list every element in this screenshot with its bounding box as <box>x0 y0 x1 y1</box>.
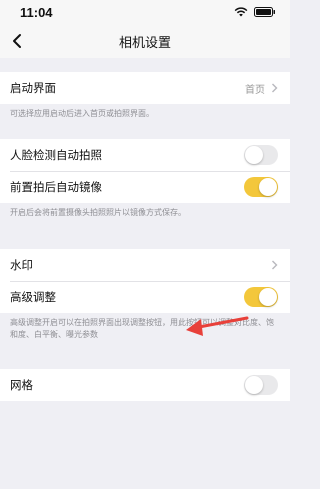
watermark-label: 水印 <box>10 260 33 272</box>
page-title: 相机设置 <box>118 34 171 50</box>
advanced-row: 高级调整 <box>0 281 290 313</box>
launch-screen-row[interactable]: 启动界面 首页 <box>0 72 290 104</box>
launch-hint: 可选择应用启动后进入首页或拍照界面。 <box>10 109 154 118</box>
grid-group: 网格 <box>0 369 290 401</box>
face-detect-label: 人脸检测自动拍照 <box>10 150 102 162</box>
status-bar: 11:04 <box>0 0 290 24</box>
advanced-toggle[interactable] <box>244 287 278 307</box>
mirror-toggle[interactable] <box>244 177 278 197</box>
grid-label: 网格 <box>10 380 33 392</box>
toggle-knob <box>245 146 263 164</box>
chevron-right-icon <box>272 83 278 93</box>
mirror-hint: 开启后会将前置摄像头拍照照片以镜像方式保存。 <box>10 208 186 217</box>
launch-screen-right: 首页 <box>245 81 278 96</box>
status-icons <box>234 7 276 17</box>
launch-screen-label: 启动界面 <box>10 83 56 95</box>
grid-row: 网格 <box>0 369 290 401</box>
wifi-icon <box>234 7 248 17</box>
toggle-knob <box>245 376 263 394</box>
mirror-label: 前置拍后自动镜像 <box>10 182 102 194</box>
advanced-group: 水印 高级调整 <box>0 249 290 313</box>
camera-group: 人脸检测自动拍照 前置拍后自动镜像 <box>0 139 290 203</box>
advanced-label: 高级调整 <box>10 292 56 304</box>
red-arrow-annotation <box>186 316 249 336</box>
face-detect-row: 人脸检测自动拍照 <box>0 139 290 171</box>
launch-screen-value: 首页 <box>245 84 265 96</box>
nav-bar: 相机设置 <box>0 24 290 58</box>
grid-toggle[interactable] <box>244 375 278 395</box>
face-detect-toggle[interactable] <box>244 145 278 165</box>
status-time: 11:04 <box>20 4 53 20</box>
toggle-knob <box>259 178 277 196</box>
launch-group: 启动界面 首页 <box>0 72 290 104</box>
mirror-row: 前置拍后自动镜像 <box>0 171 290 203</box>
chevron-right-icon <box>272 260 278 270</box>
toggle-knob <box>259 288 277 306</box>
back-icon[interactable] <box>10 32 26 50</box>
watermark-row[interactable]: 水印 <box>0 249 290 281</box>
battery-icon <box>254 7 275 17</box>
